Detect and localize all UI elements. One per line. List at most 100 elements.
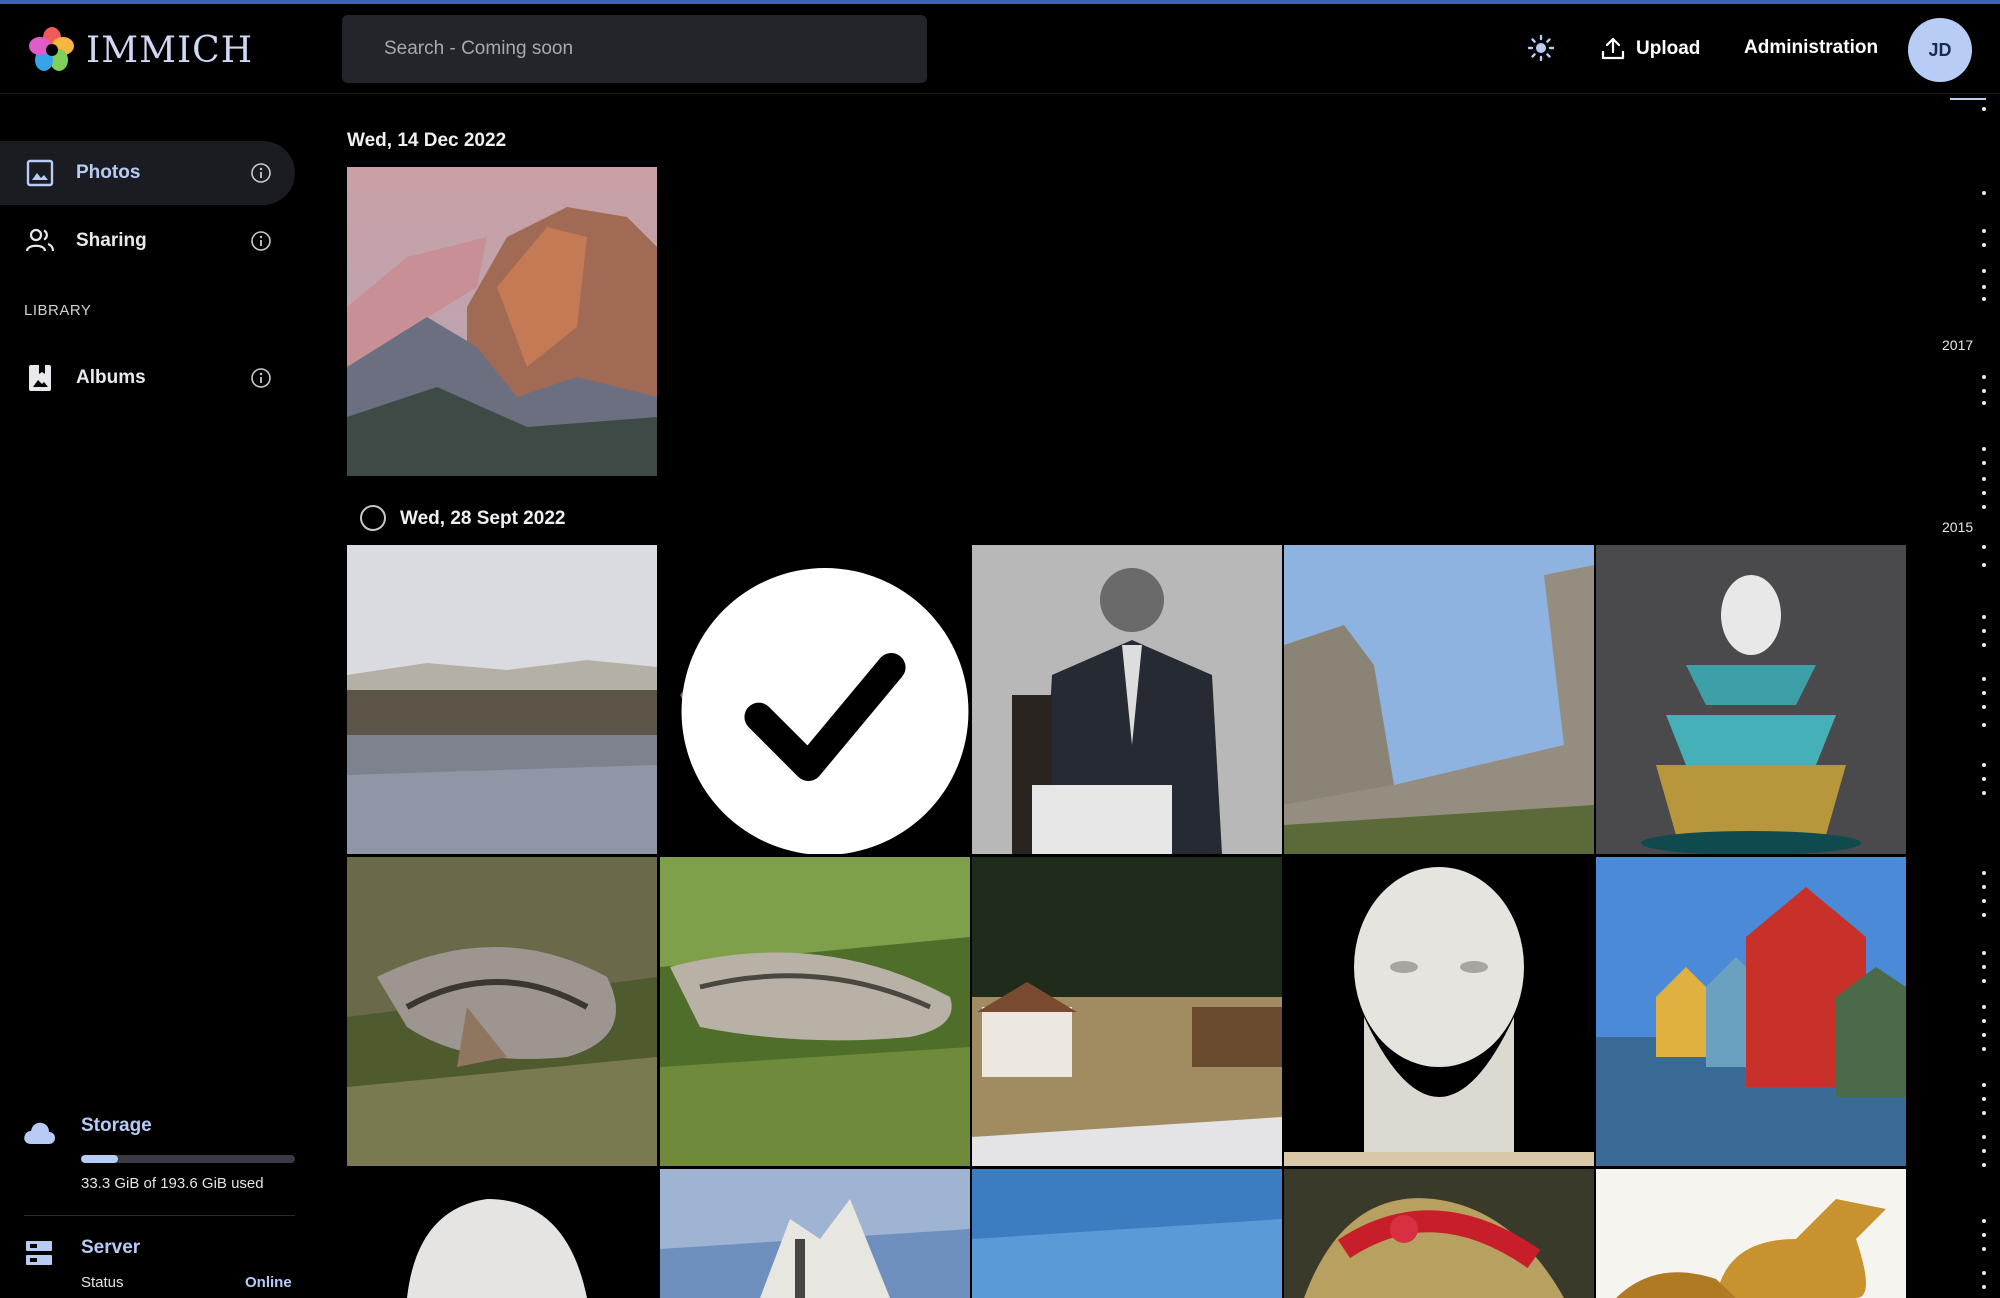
scrubber-tick — [1982, 401, 1986, 405]
date-group-heading: Wed, 14 Dec 2022 — [347, 130, 507, 151]
info-icon[interactable] — [250, 230, 272, 252]
info-icon[interactable] — [250, 162, 272, 184]
scrubber-tick — [1982, 965, 1986, 969]
scrubber-tick — [1982, 1163, 1986, 1167]
administration-link[interactable]: Administration — [1744, 37, 1878, 59]
scrubber-tick — [1982, 1149, 1986, 1153]
albums-icon — [29, 365, 51, 391]
scrubber-tick — [1982, 229, 1986, 233]
sidebar-item-albums[interactable]: Albums — [0, 346, 295, 410]
photos-icon — [26, 159, 54, 187]
scrubber-tick — [1982, 243, 1986, 247]
scrubber-tick — [1982, 615, 1986, 619]
scrubber-tick — [1982, 763, 1986, 767]
upload-label: Upload — [1636, 38, 1701, 59]
scrubber-tick — [1982, 777, 1986, 781]
storage-progress-bar — [81, 1155, 295, 1163]
scrubber-tick — [1982, 1019, 1986, 1023]
scrubber-tick — [1982, 1135, 1986, 1139]
user-avatar[interactable]: JD — [1908, 18, 1972, 82]
search-input[interactable] — [342, 15, 927, 83]
app-logo[interactable]: IMMICH — [28, 24, 253, 76]
photo-thumbnail[interactable] — [1596, 1169, 1906, 1298]
storage-progress-fill — [81, 1155, 118, 1163]
upload-button[interactable]: Upload — [1600, 32, 1700, 66]
scrubber-year-label: 2017 — [1942, 337, 1974, 353]
header: IMMICH Upload Administration JD — [0, 4, 2000, 94]
check-circle-icon — [681, 568, 969, 854]
sharing-icon — [25, 228, 55, 252]
photo-thumbnail[interactable] — [972, 857, 1282, 1166]
sun-icon — [1527, 34, 1555, 62]
photo-thumbnail[interactable] — [347, 167, 657, 476]
app-name: IMMICH — [86, 29, 254, 71]
scrubber-tick — [1982, 1005, 1986, 1009]
scrubber-tick — [1982, 1247, 1986, 1251]
sidebar-divider — [24, 1215, 295, 1216]
upload-icon — [1601, 37, 1625, 60]
scrubber-tick — [1982, 885, 1986, 889]
storage-usage-text: 33.3 GiB of 193.6 GiB used — [81, 1175, 264, 1192]
scrubber-tick — [1982, 563, 1986, 567]
scrubber-tick — [1982, 1083, 1986, 1087]
scrubber-tick — [1982, 899, 1986, 903]
scrubber-tick — [1982, 447, 1986, 451]
scrubber-tick — [1982, 375, 1986, 379]
scrubber-tick — [1982, 297, 1986, 301]
photo-thumbnail[interactable] — [347, 857, 657, 1166]
scrubber-tick — [1982, 505, 1986, 509]
scrubber-tick — [1982, 913, 1986, 917]
scrubber-tick — [1982, 629, 1986, 633]
scrubber-tick — [1982, 791, 1986, 795]
scrubber-tick — [1982, 1219, 1986, 1223]
scrubber-tick — [1982, 269, 1986, 273]
server-title: Server — [81, 1237, 141, 1258]
photo-thumbnail[interactable] — [972, 1169, 1282, 1298]
cloud-icon — [24, 1122, 55, 1144]
info-icon[interactable] — [250, 367, 272, 389]
library-section-label: LIBRARY — [24, 302, 92, 319]
timeline-scrubber[interactable] — [1940, 95, 2000, 1298]
scrubber-tick — [1982, 1271, 1986, 1275]
theme-toggle-button[interactable] — [1524, 31, 1558, 65]
scrubber-tick — [1982, 491, 1986, 495]
sidebar-item-sharing[interactable]: Sharing — [0, 209, 295, 273]
photo-thumbnail[interactable] — [1284, 1169, 1594, 1298]
scrubber-tick — [1982, 1033, 1986, 1037]
scrubber-tick — [1982, 677, 1986, 681]
scrubber-tick — [1982, 705, 1986, 709]
scrubber-tick — [1982, 951, 1986, 955]
scrubber-year-label: 2015 — [1942, 519, 1974, 535]
scrubber-tick — [1982, 285, 1986, 289]
scrubber-tick — [1982, 477, 1986, 481]
scrubber-tick — [1982, 191, 1986, 195]
photo-thumbnail[interactable] — [660, 857, 970, 1166]
photo-thumbnail-selected[interactable] — [660, 545, 970, 854]
scrubber-tick — [1982, 1047, 1986, 1051]
scrubber-tick — [1982, 723, 1986, 727]
sidebar-item-label: Albums — [76, 367, 146, 388]
photo-thumbnail[interactable] — [1596, 545, 1906, 854]
sidebar-item-label: Sharing — [76, 230, 147, 251]
photo-thumbnail[interactable] — [1284, 545, 1594, 854]
server-status-label: Status — [81, 1274, 124, 1291]
scrubber-tick — [1982, 871, 1986, 875]
photo-thumbnail[interactable] — [972, 545, 1282, 854]
scrubber-tick — [1982, 643, 1986, 647]
sidebar-item-photos[interactable]: Photos — [0, 141, 295, 205]
photo-thumbnail[interactable] — [660, 1169, 970, 1298]
scrubber-tick — [1982, 389, 1986, 393]
scrubber-tick — [1982, 691, 1986, 695]
date-group-heading: Wed, 28 Sept 2022 — [400, 508, 566, 529]
server-status-value: Online — [245, 1274, 292, 1291]
photo-thumbnail[interactable] — [347, 1169, 657, 1298]
select-group-checkbox[interactable] — [360, 505, 386, 531]
scrubber-tick — [1982, 461, 1986, 465]
scrubber-tick — [1982, 979, 1986, 983]
photo-thumbnail[interactable] — [1284, 857, 1594, 1166]
photo-thumbnail[interactable] — [1596, 857, 1906, 1166]
server-icon — [26, 1241, 52, 1265]
scrubber-tick — [1982, 1097, 1986, 1101]
storage-title: Storage — [81, 1115, 152, 1136]
photo-thumbnail[interactable] — [347, 545, 657, 854]
